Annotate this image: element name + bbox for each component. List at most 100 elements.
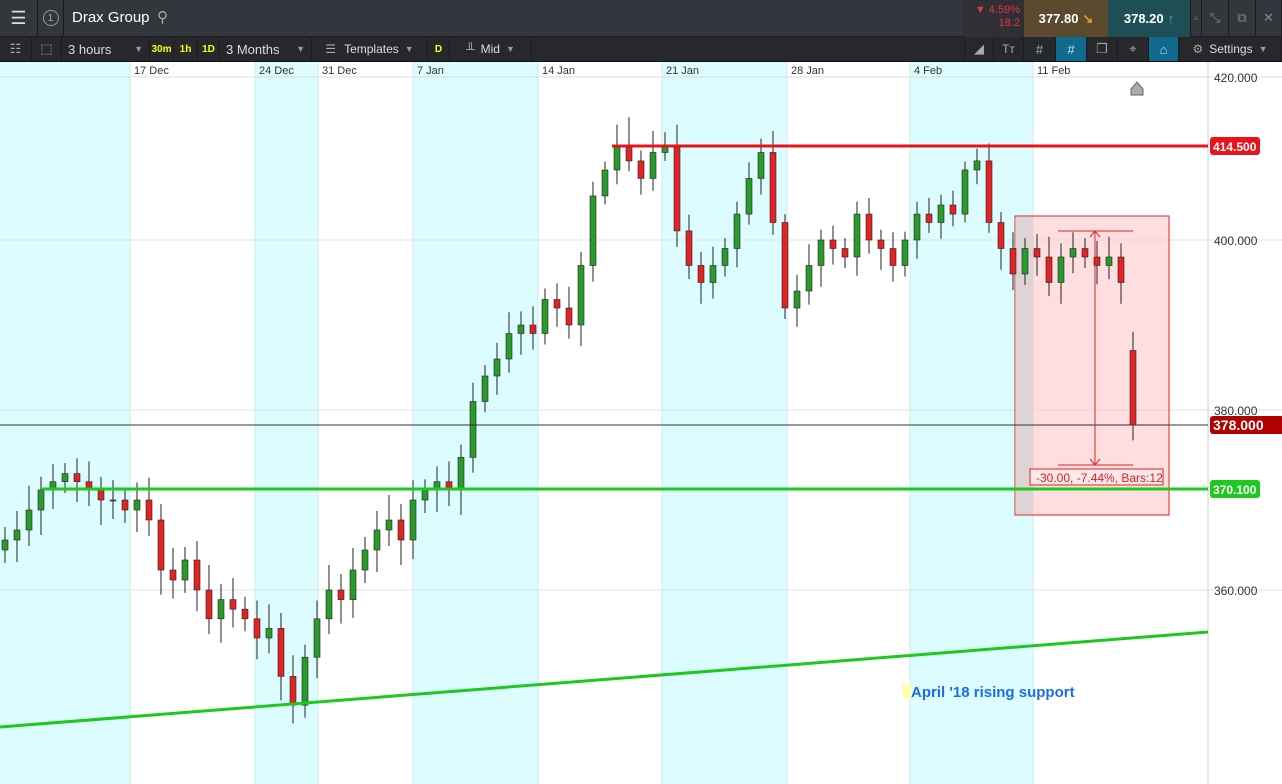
x-tick-label: 21 Jan — [666, 65, 699, 77]
buy-price: 378.20 — [1123, 11, 1164, 26]
settings-button[interactable]: ⚙ Settings ▼ — [1179, 37, 1282, 61]
candle-body — [25, 509, 33, 531]
candle-body — [781, 222, 789, 309]
candle-body — [577, 265, 585, 326]
candle-body — [421, 489, 429, 501]
y-tick-label: 400.000 — [1214, 234, 1258, 248]
range-select[interactable]: 3 Months ▼ — [220, 37, 312, 61]
x-tick-label: 7 Jan — [417, 65, 444, 77]
candle-body — [121, 499, 129, 511]
candle-body — [1045, 256, 1053, 283]
layout-icon[interactable]: ⬚ — [32, 37, 62, 61]
grid-icon[interactable]: # — [1024, 37, 1056, 61]
candle-body — [709, 265, 717, 283]
candle-body — [13, 529, 21, 541]
chevron-down-icon: ▼ — [296, 44, 305, 54]
crosshair-icon[interactable]: ⌖ — [1118, 37, 1149, 61]
candle-body — [973, 160, 981, 171]
candle-body — [889, 248, 897, 266]
search-icon[interactable]: ⚲ — [157, 8, 168, 26]
instrument-name[interactable]: Drax Group — [72, 9, 150, 26]
candle-body — [73, 473, 81, 483]
sell-button[interactable]: 377.80 ↘ — [1024, 0, 1108, 37]
label-icon[interactable]: ⌂ — [1149, 37, 1179, 61]
candle-body — [241, 608, 249, 620]
templates-label: Templates — [344, 42, 399, 56]
candle-body — [673, 146, 681, 232]
candle-body — [457, 457, 465, 491]
candle-body — [937, 204, 945, 223]
scroll-up-icon[interactable] — [1130, 81, 1144, 96]
menu-icon[interactable]: ☰ — [0, 0, 38, 36]
candle-body — [613, 146, 621, 171]
close-icon[interactable]: ✕ — [1256, 0, 1282, 36]
price-chart[interactable]: -30.00, -7.44%, Bars:12 April '18 rising… — [0, 62, 1282, 784]
candle-body — [745, 178, 753, 215]
candle-body — [409, 499, 417, 541]
interval-1d[interactable]: 1D — [198, 37, 220, 61]
d-button[interactable]: D — [428, 37, 450, 61]
interval-select[interactable]: 3 hours ▼ — [62, 37, 150, 61]
candle-body — [925, 213, 933, 223]
chevron-down-icon: ▼ — [1258, 44, 1268, 54]
interval-value: 3 hours — [68, 41, 112, 57]
annotation-marker[interactable] — [903, 684, 911, 698]
crosshair-grid-icon[interactable]: # — [1056, 37, 1087, 61]
candle-body — [517, 324, 525, 334]
collapse-icon[interactable]: ⤡ — [1202, 0, 1229, 36]
header-bar: ☰ 1 Drax Group ⚲ ▼ 4.59% 18.2 377.80 ↘ 378… — [0, 0, 1282, 37]
popout-icon[interactable]: ⧉ — [1229, 0, 1256, 36]
annotation-text[interactable]: April '18 rising support — [911, 684, 1075, 701]
candle-body — [1105, 256, 1113, 266]
candle-body — [997, 222, 1005, 249]
x-tick-label: 24 Dec — [259, 65, 294, 77]
window-number[interactable]: 1 — [38, 0, 64, 36]
candle-body — [1057, 256, 1065, 283]
candle-body — [661, 146, 669, 153]
candle-body — [529, 324, 537, 334]
windows-icon[interactable]: ❐ — [1087, 37, 1118, 61]
buy-button[interactable]: 378.20 ↑ — [1108, 0, 1190, 37]
candle-body — [841, 248, 849, 258]
down-arrow-icon: ↘ — [1082, 10, 1094, 26]
candle-body — [961, 169, 969, 215]
measure-label: -30.00, -7.44%, Bars:12 — [1036, 471, 1163, 485]
candle-body — [913, 213, 921, 241]
candle-body — [565, 307, 573, 326]
candle-body — [37, 489, 45, 511]
templates-button[interactable]: ☰ Templates ▼ — [312, 37, 428, 61]
candle-body — [493, 358, 501, 377]
x-tick-label: 14 Jan — [542, 65, 575, 77]
list-icon[interactable]: ☷ — [0, 37, 32, 61]
candle-body — [757, 152, 765, 179]
candle-body — [61, 473, 69, 483]
candle-body — [1009, 248, 1017, 275]
price-badge-text: 414.500 — [1213, 140, 1257, 154]
text-icon[interactable]: Tт — [994, 37, 1024, 61]
candle-body — [229, 599, 237, 610]
candle-body — [1081, 248, 1089, 258]
change-display: ▼ 4.59% 18.2 — [962, 0, 1024, 37]
draw-line-icon[interactable]: ◢ — [964, 37, 994, 61]
candle-body — [217, 599, 225, 620]
interval-1h[interactable]: 1h — [174, 37, 198, 61]
up-arrow-icon: ↑ — [1167, 11, 1175, 26]
candle-body — [313, 618, 321, 658]
candle-body — [877, 239, 885, 249]
candle-body — [589, 195, 597, 266]
candle-body — [157, 519, 165, 571]
x-tick-label: 31 Dec — [322, 65, 357, 77]
candle-body — [625, 146, 633, 162]
candle-body — [145, 499, 153, 521]
candle-body — [721, 248, 729, 266]
x-tick-label: 17 Dec — [134, 65, 169, 77]
candle-body — [133, 499, 141, 511]
price-type-select[interactable]: ╨ Mid ▼ — [450, 37, 532, 61]
x-tick-label: 4 Feb — [914, 65, 942, 77]
candle-body — [481, 375, 489, 402]
candle-body — [733, 213, 741, 249]
week-band — [662, 62, 787, 784]
drag-handle[interactable]: ≡ — [1190, 0, 1202, 36]
price-badge-text: 378.000 — [1213, 417, 1264, 433]
interval-30m[interactable]: 30m — [150, 37, 174, 61]
